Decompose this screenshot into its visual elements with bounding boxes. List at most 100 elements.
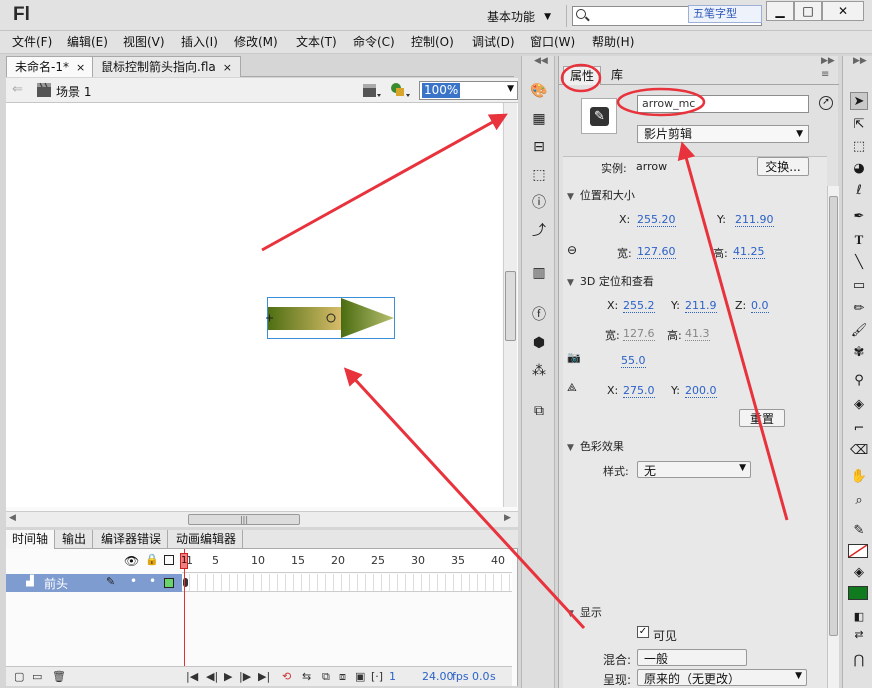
reset-button[interactable]: 重置	[739, 409, 785, 427]
frame-ruler[interactable]: 1 5 10 15 20 25 30 35 40	[182, 549, 512, 573]
swatches-icon[interactable]: ▦	[530, 110, 548, 128]
pen-tool-icon[interactable]: ✒	[850, 208, 868, 226]
hand-tool-icon[interactable]: ✋	[850, 468, 868, 486]
new-folder-icon[interactable]: ▭	[32, 670, 42, 683]
fill-color-icon[interactable]: ◈	[850, 564, 868, 582]
current-frame[interactable]: 1	[389, 670, 396, 683]
new-layer-icon[interactable]: ▢	[14, 670, 24, 683]
section-display[interactable]: ▼ 显示	[567, 604, 602, 620]
stage-horizontal-scrollbar[interactable]: ◀ ||| ▶	[6, 511, 518, 527]
scroll-left-icon[interactable]: ◀	[9, 513, 16, 523]
tab-compiler-errors[interactable]: 编译器错误	[95, 530, 169, 549]
stroke-color-swatch[interactable]	[848, 544, 868, 558]
expand-icon[interactable]: ▶▶	[821, 56, 835, 66]
menu-insert[interactable]: 插入(I)	[181, 34, 218, 50]
menu-help[interactable]: 帮助(H)	[592, 34, 634, 50]
tab-motion-editor[interactable]: 动画编辑器	[170, 530, 244, 549]
zoom-tool-icon[interactable]: ⌕	[850, 492, 868, 510]
close-icon[interactable]: ×	[76, 61, 85, 74]
perspective-angle-value[interactable]: 55.0	[621, 354, 646, 368]
layer-color-swatch[interactable]	[164, 578, 174, 588]
last-frame-icon[interactable]: ▶|	[258, 670, 270, 683]
z3d-value[interactable]: 0.0	[751, 299, 769, 313]
menu-modify[interactable]: 修改(M)	[234, 34, 278, 50]
collapse-icon[interactable]: ◀◀	[534, 56, 548, 66]
deco-tool-icon[interactable]: ✾	[850, 344, 868, 362]
section-position-size[interactable]: ▼ 位置和大小	[567, 187, 635, 203]
maximize-button[interactable]: □	[794, 1, 822, 21]
scrollbar-thumb[interactable]: |||	[188, 514, 300, 525]
loop-icon[interactable]: ⟲	[282, 670, 291, 683]
pencil-tool-icon[interactable]: ✏	[850, 300, 868, 318]
eraser-tool-icon[interactable]: ⌫	[850, 442, 868, 460]
blend-select[interactable]: 一般	[637, 649, 747, 666]
menu-control[interactable]: 控制(O)	[411, 34, 454, 50]
menu-text[interactable]: 文本(T)	[296, 34, 337, 50]
visibility-dot[interactable]: •	[130, 574, 137, 588]
eye-icon[interactable]: 👁	[124, 554, 139, 568]
motion-presets-icon[interactable]: ⁂	[530, 362, 548, 380]
3d-rotation-tool-icon[interactable]: ◕	[850, 160, 868, 178]
width-value[interactable]: 127.60	[637, 245, 676, 259]
menu-commands[interactable]: 命令(C)	[353, 34, 395, 50]
y3d-value[interactable]: 211.9	[685, 299, 717, 313]
back-arrow-icon[interactable]: ⇐	[12, 82, 23, 97]
history-icon[interactable]: ⤴	[530, 222, 548, 240]
edit-symbols-icon[interactable]	[389, 81, 411, 99]
edit-symbol-icon[interactable]: ➚	[819, 96, 833, 110]
outline-icon[interactable]	[164, 555, 174, 565]
black-white-icon[interactable]: ◧	[850, 608, 868, 626]
link-icon[interactable]: ⊖	[567, 243, 577, 257]
first-frame-icon[interactable]: |◀	[186, 670, 198, 683]
free-transform-tool-icon[interactable]: ⬚	[850, 138, 868, 156]
menu-debug[interactable]: 调试(D)	[472, 34, 515, 50]
library-icon[interactable]: ▥	[530, 264, 548, 282]
vanish-x-value[interactable]: 275.0	[623, 384, 655, 398]
lock-icon[interactable]: 🔒	[145, 553, 159, 566]
play-icon[interactable]: ▶	[224, 670, 232, 683]
x3d-value[interactable]: 255.2	[623, 299, 655, 313]
lock-dot[interactable]: •	[149, 574, 156, 588]
components-icon[interactable]: ⬢	[530, 334, 548, 352]
snap-magnet-icon[interactable]: ⋂	[850, 652, 868, 670]
render-select[interactable]: 原来的（无更改） ▼	[637, 669, 807, 686]
menu-file[interactable]: 文件(F)	[12, 34, 52, 50]
properties-scrollbar[interactable]	[827, 186, 839, 688]
menu-window[interactable]: 窗口(W)	[530, 34, 575, 50]
tab-untitled[interactable]: 未命名-1* ×	[6, 56, 95, 77]
paint-bucket-tool-icon[interactable]: ◈	[850, 396, 868, 414]
style-select[interactable]: 无 ▼	[637, 461, 751, 478]
rectangle-tool-icon[interactable]: ▭	[850, 277, 868, 295]
x-value[interactable]: 255.20	[637, 213, 676, 227]
tab-properties[interactable]: 属性	[563, 66, 602, 85]
edit-multiple-icon[interactable]: ▣	[355, 670, 365, 683]
stroke-color-icon[interactable]: ✎	[850, 522, 868, 540]
layer-name-cell[interactable]: ▟ 前头 ✎ • •	[6, 574, 182, 592]
tab-timeline[interactable]: 时间轴	[6, 530, 56, 549]
frame-cells[interactable]	[182, 574, 512, 592]
info-icon[interactable]: ⓘ	[530, 194, 548, 212]
swap-colors-icon[interactable]: ⇄	[850, 626, 868, 644]
swap-button[interactable]: 交换...	[757, 157, 809, 176]
section-3d-position[interactable]: ▼ 3D 定位和查看	[567, 273, 654, 289]
stage-vertical-scrollbar[interactable]	[503, 103, 517, 507]
collapse-icon[interactable]: ▶▶	[853, 56, 867, 66]
center-frame-icon[interactable]: ⇆	[302, 670, 311, 683]
height-value[interactable]: 41.25	[733, 245, 765, 259]
tab-fla-file[interactable]: 鼠标控制箭头指向.fla ×	[92, 56, 241, 77]
tab-output[interactable]: 输出	[56, 530, 94, 549]
scrollbar-thumb[interactable]	[829, 196, 838, 636]
menu-edit[interactable]: 编辑(E)	[67, 34, 108, 50]
onion-markers-icon[interactable]: [·]	[371, 670, 383, 683]
prev-frame-icon[interactable]: ◀|	[206, 670, 218, 683]
text-tool-icon[interactable]: T	[850, 231, 868, 249]
trash-icon[interactable]: 🗑	[52, 670, 66, 683]
zoom-select[interactable]: 100% ▼	[419, 81, 518, 100]
section-color-effect[interactable]: ▼ 色彩效果	[567, 438, 624, 454]
layer-row[interactable]: ▟ 前头 ✎ • •	[6, 574, 512, 592]
workspace-switcher[interactable]: 基本功能 ▼	[478, 6, 558, 26]
edit-scene-icon[interactable]	[362, 82, 382, 99]
transform-icon[interactable]: ⬚	[530, 166, 548, 184]
selection-tool-icon[interactable]: ➤	[850, 92, 868, 110]
line-tool-icon[interactable]: ╲	[850, 254, 868, 272]
